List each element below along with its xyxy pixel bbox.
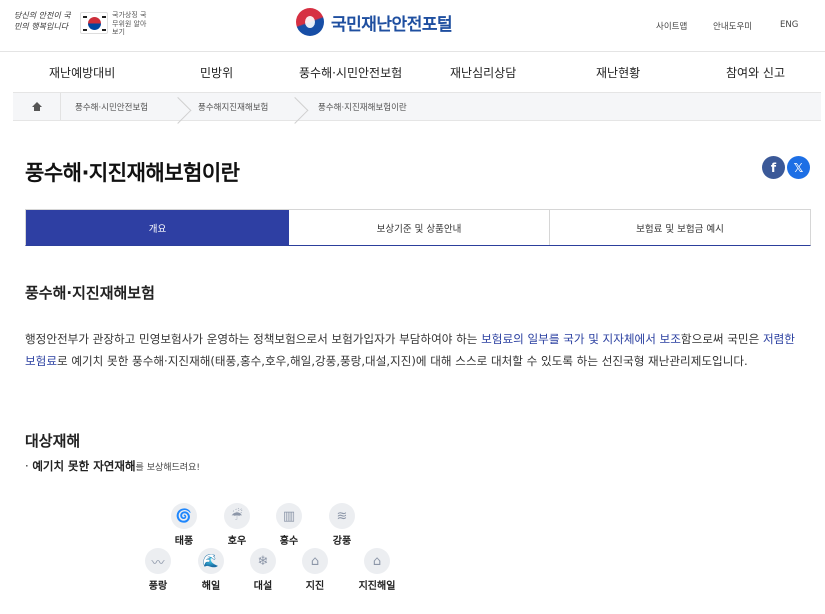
heavy-snow-icon: ❄ [250,548,276,574]
strong-wind-icon: ≋ [329,503,355,529]
nav-item-disaster-prevention[interactable]: 재난예방대비 [49,64,115,81]
facebook-share-button[interactable]: f [762,156,785,179]
breadcrumb-item[interactable]: 풍수해지진재해보험 [198,101,268,113]
tab-compensation[interactable]: 보상기준 및 상품안내 [289,210,550,245]
tab-premium-examples[interactable]: 보험료 및 보험금 예시 [550,210,810,245]
x-share-button[interactable]: 𝕏 [787,156,810,179]
disaster-item: ❄ 대설 [238,548,288,592]
nav-item-civil-defense[interactable]: 민방위 [200,64,233,81]
high-waves-icon: 〰 [145,548,171,574]
chevron-right-icon [178,94,192,120]
disaster-item: ⌂ 지진해일 [352,548,402,592]
nav-item-report[interactable]: 참여와 신고 [726,64,785,81]
section-title: 풍수해·지진재해보험 [25,284,155,302]
disaster-label: 홍수 [279,536,299,547]
nav-item-disaster-status[interactable]: 재난현황 [596,64,640,81]
text-segment: 행정안전부가 관장하고 민영보험사가 운영하는 정책보험으로서 보험가입자가 부… [25,332,482,346]
disaster-item: ☔ 호우 [212,503,262,547]
breadcrumb: 풍수해·시민안전보험 풍수해지진재해보험 풍수해·지진재해보험이란 [13,92,821,121]
disaster-label: 지진해일 [358,581,396,592]
breadcrumb-item[interactable]: 풍수해·시민안전보험 [75,101,148,113]
disaster-item: 〰 풍랑 [133,548,183,592]
ministry-link[interactable]: 국가상징 국무위원 알아보기 [112,11,148,37]
intro-line: · 예기치 못한 자연재해를 보상해드려요! [25,458,200,474]
highlight-text: 보험료의 일부를 국가 및 지자체에서 보조 [481,332,681,346]
home-icon [31,101,42,112]
page-title: 풍수해·지진재해보험이란 [25,161,240,185]
disaster-item: ⌂ 지진 [290,548,340,592]
x-icon: 𝕏 [793,160,804,175]
intro-bold: 예기치 못한 자연재해 [32,459,136,473]
text-segment: 함으로써 국민은 [680,332,763,346]
taegukgi-flag-icon[interactable] [80,12,108,34]
brand-emblem-icon [296,8,324,36]
disaster-label: 대설 [253,581,273,592]
description-paragraph: 행정안전부가 관장하고 민영보험사가 운영하는 정책보험으로서 보험가입자가 부… [25,328,805,372]
heavy-rain-icon: ☔ [224,503,250,529]
slogan-logo[interactable]: 당신의 안전이 국민의 행복입니다 [14,10,76,32]
nav-item-counseling[interactable]: 재난심리상담 [450,64,516,81]
disaster-item: ≋ 강풍 [317,503,367,547]
disaster-label: 태풍 [174,536,194,547]
brand-title: 국민재난안전포털 [331,14,453,35]
facebook-icon: f [770,160,777,175]
top-header: 당신의 안전이 국민의 행복입니다 국가상징 국무위원 알아보기 국민재난안전포… [0,0,825,52]
disaster-item: 🌀 태풍 [159,503,209,547]
typhoon-icon: 🌀 [171,503,197,529]
disaster-item: 🌊 해일 [186,548,236,592]
flood-icon: ▥ [276,503,302,529]
guide-link[interactable]: 안내도우미 [713,20,752,32]
main-nav: 재난예방대비 민방위 풍수해·시민안전보험 재난심리상담 재난현황 참여와 신고 [0,53,825,91]
disaster-label: 호우 [227,536,247,547]
disaster-label: 지진 [305,581,325,592]
breadcrumb-item-current[interactable]: 풍수해·지진재해보험이란 [318,101,407,113]
tsunami-icon: 🌊 [198,548,224,574]
home-button[interactable] [13,93,61,120]
disaster-label: 강풍 [332,536,352,547]
disaster-label: 풍랑 [148,581,168,592]
brand-logo[interactable]: 국민재난안전포털 [296,7,453,37]
tab-overview[interactable]: 개요 [26,210,289,245]
disaster-label: 해일 [201,581,221,592]
intro-small: 를 보상해드려요! [135,463,200,473]
content-tabs: 개요 보상기준 및 상품안내 보험료 및 보험금 예시 [25,209,811,246]
earthquake-tsunami-icon: ⌂ [364,548,390,574]
earthquake-icon: ⌂ [302,548,328,574]
sitemap-link[interactable]: 사이트맵 [656,20,687,32]
section-title: 대상재해 [25,432,81,450]
chevron-right-icon [295,94,309,120]
disaster-item: ▥ 홍수 [264,503,314,547]
text-segment: 로 예기치 못한 풍수해·지진재해(태풍,홍수,호우,해일,강풍,풍랑,대설,지… [57,354,748,368]
eng-link[interactable]: ENG [780,20,798,30]
nav-item-insurance[interactable]: 풍수해·시민안전보험 [299,64,402,81]
